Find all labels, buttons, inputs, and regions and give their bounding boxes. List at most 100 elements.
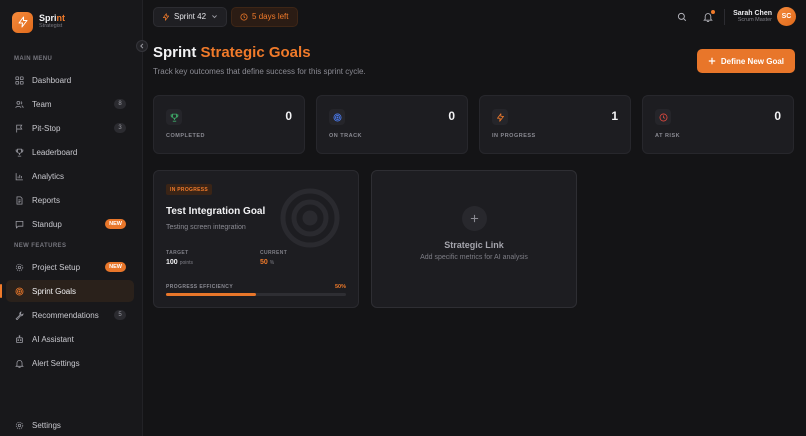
- notifications-button[interactable]: [700, 9, 716, 25]
- define-new-goal-button[interactable]: Define New Goal: [696, 49, 795, 73]
- brand-name: Sprint: [39, 13, 66, 24]
- divider: [724, 8, 726, 25]
- new-badge: NEW: [105, 262, 126, 272]
- sidebar-item-standup[interactable]: Standup NEW: [6, 213, 134, 235]
- target-icon: [14, 286, 24, 296]
- sidebar-item-analytics[interactable]: Analytics: [6, 165, 134, 187]
- sidebar-item-label: Leaderboard: [32, 147, 78, 157]
- goal-card[interactable]: IN PROGRESS Test Integration Goal Testin…: [153, 170, 359, 308]
- search-button[interactable]: [674, 9, 690, 25]
- sidebar-item-sprint-goals[interactable]: Sprint Goals: [0, 280, 134, 302]
- stat-value: 0: [285, 109, 292, 123]
- brand-subtitle: Strategist: [39, 23, 63, 30]
- clock-icon: [240, 12, 248, 21]
- notification-dot: [711, 9, 716, 14]
- status-badge: IN PROGRESS: [166, 184, 213, 195]
- user-role: Scrum Master: [737, 17, 772, 24]
- bar-chart-icon: [14, 171, 24, 181]
- grid-icon: [14, 75, 24, 85]
- bolt-icon: [492, 109, 508, 125]
- target-icon: [329, 109, 345, 125]
- sidebar-item-project-setup[interactable]: Project Setup NEW: [6, 256, 134, 278]
- sidebar-item-label: Reports: [32, 195, 61, 205]
- sidebar-item-label: Standup: [32, 219, 62, 229]
- sidebar-item-label: Analytics: [32, 171, 65, 181]
- brand[interactable]: Sprint Strategist: [0, 0, 142, 44]
- users-icon: [14, 99, 24, 109]
- search-icon: [677, 12, 687, 21]
- goal-description: Testing screen integration: [166, 224, 246, 231]
- days-left-badge: 5 days left: [231, 6, 298, 27]
- stat-card-completed: 0 COMPLETED: [153, 95, 305, 154]
- sidebar-item-recommendations[interactable]: Recommendations 5: [6, 304, 134, 326]
- chat-icon: [14, 219, 24, 229]
- new-features-label: NEW FEATURES: [14, 243, 67, 249]
- avatar[interactable]: SC: [777, 7, 796, 26]
- goal-title: Test Integration Goal: [166, 206, 266, 217]
- cog-icon: [14, 262, 24, 272]
- sidebar: Sprint Strategist MAIN MENU Dashboard Te…: [0, 0, 148, 436]
- clock-icon: [655, 109, 671, 125]
- topbar: Sprint 42 5 days left Sarah Chen Scrum M…: [143, 0, 806, 33]
- sidebar-item-label: Sprint Goals: [32, 286, 77, 296]
- sidebar-item-alert-settings[interactable]: Alert Settings: [6, 352, 134, 374]
- link-title: Strategic Link: [444, 240, 504, 250]
- sidebar-item-label: Pit-Stop: [32, 123, 61, 133]
- sidebar-item-team[interactable]: Team 8: [6, 93, 134, 115]
- sidebar-item-label: Recommendations: [32, 310, 99, 320]
- sidebar-item-label: AI Assistant: [32, 334, 74, 344]
- current-value: 50%: [260, 259, 275, 266]
- sidebar-item-label: Dashboard: [32, 75, 72, 85]
- robot-icon: [14, 334, 24, 344]
- count-badge: 3: [114, 123, 126, 133]
- sidebar-item-label: Team: [32, 99, 52, 109]
- stat-card-on-track: 0 ON TRACK: [316, 95, 468, 154]
- trophy-icon: [166, 109, 182, 125]
- stat-label: AT RISK: [655, 133, 681, 139]
- target-watermark-icon: [279, 187, 341, 254]
- sidebar-item-reports[interactable]: Reports: [6, 189, 134, 211]
- stat-value: 0: [448, 109, 455, 123]
- gear-icon: [14, 420, 24, 430]
- new-badge: NEW: [105, 219, 126, 229]
- user-name: Sarah Chen: [733, 9, 772, 17]
- user-menu[interactable]: Sarah Chen Scrum Master SC: [733, 7, 796, 26]
- strategic-link-card[interactable]: Strategic Link Add specific metrics for …: [371, 170, 577, 308]
- plus-icon: [708, 57, 716, 65]
- sidebar-item-pit-stop[interactable]: Pit-Stop 3: [6, 117, 134, 139]
- stat-label: ON TRACK: [329, 133, 363, 139]
- sidebar-item-label: Alert Settings: [32, 358, 80, 368]
- sidebar-item-label: Settings: [32, 420, 61, 430]
- chevron-down-icon: [212, 15, 217, 19]
- target-value: 100 points: [166, 259, 194, 266]
- main-content: Sprint 42 5 days left Sarah Chen Scrum M…: [143, 0, 806, 436]
- flag-icon: [14, 123, 24, 133]
- sidebar-item-settings[interactable]: Settings: [6, 414, 134, 436]
- current-label: CURRENT: [260, 250, 288, 256]
- stat-label: COMPLETED: [166, 133, 206, 139]
- stat-label: IN PROGRESS: [492, 133, 536, 139]
- progress-bar-fill: [166, 293, 256, 296]
- app-root: Sprint Strategist MAIN MENU Dashboard Te…: [0, 0, 806, 436]
- target-label: TARGET: [166, 250, 189, 256]
- sidebar-item-ai-assistant[interactable]: AI Assistant: [6, 328, 134, 350]
- document-icon: [14, 195, 24, 205]
- count-badge: 8: [114, 99, 126, 109]
- sprint-selector[interactable]: Sprint 42: [153, 6, 228, 27]
- link-description: Add specific metrics for AI analysis: [420, 254, 528, 261]
- stat-value: 0: [774, 109, 781, 123]
- page-subtitle: Track key outcomes that define success f…: [153, 67, 366, 76]
- plus-icon: [470, 214, 479, 223]
- bolt-icon: [162, 12, 170, 21]
- sidebar-item-leaderboard[interactable]: Leaderboard: [6, 141, 134, 163]
- sidebar-item-dashboard[interactable]: Dashboard: [6, 69, 134, 91]
- trophy-icon: [14, 147, 24, 157]
- sidebar-item-label: Project Setup: [32, 262, 81, 272]
- add-metric-button[interactable]: [462, 206, 487, 231]
- bolt-logo-icon: [12, 11, 33, 33]
- days-left-text: 5 days left: [252, 12, 289, 21]
- main-menu-label: MAIN MENU: [14, 56, 53, 62]
- sprint-label: Sprint 42: [174, 12, 207, 21]
- efficiency-label: PROGRESS EFFICIENCY: [166, 284, 234, 290]
- stat-card-in-progress: 1 IN PROGRESS: [479, 95, 631, 154]
